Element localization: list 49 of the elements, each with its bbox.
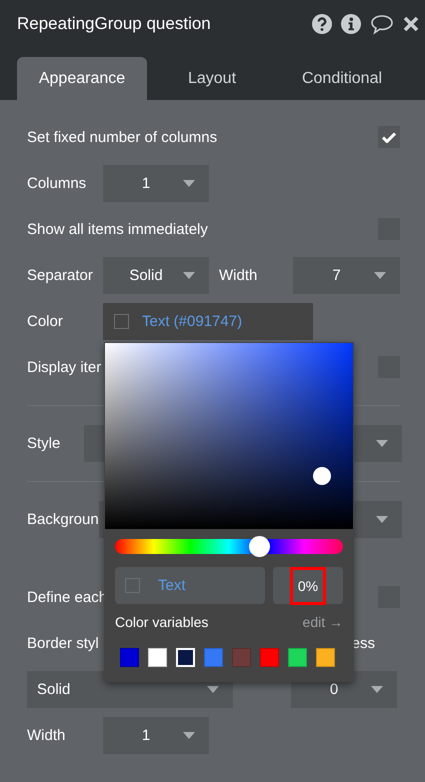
field-label: Separator xyxy=(27,266,94,284)
caret-icon xyxy=(207,686,219,692)
caret-icon xyxy=(371,686,383,692)
caret-icon xyxy=(376,516,388,523)
saturation-picker[interactable] xyxy=(105,343,353,529)
color-swatch[interactable] xyxy=(148,648,167,667)
caret-icon xyxy=(183,732,195,738)
checkbox[interactable] xyxy=(378,126,400,148)
dropdown[interactable]: Solid xyxy=(103,256,209,294)
caret-icon xyxy=(374,272,386,278)
color-swatch[interactable] xyxy=(232,648,251,667)
color-swatch[interactable] xyxy=(204,648,223,667)
dropdown[interactable]: 7 xyxy=(293,256,400,294)
field-label: Backgroun xyxy=(27,511,99,528)
field-label: Set fixed number of columns xyxy=(27,128,218,146)
color-swatch-icon xyxy=(114,314,129,328)
field-label: Color xyxy=(27,312,64,330)
dropdown[interactable]: 1 xyxy=(103,716,209,754)
caret-icon xyxy=(376,440,388,447)
opacity-field[interactable]: 0% xyxy=(290,566,326,604)
field-label: Columns xyxy=(27,174,88,192)
field-label: Width xyxy=(219,266,258,284)
tab[interactable]: Layout xyxy=(147,57,277,100)
hue-slider[interactable] xyxy=(115,539,343,554)
caret-icon xyxy=(183,272,195,278)
color-swatch[interactable] xyxy=(260,648,279,667)
color-swatch[interactable] xyxy=(316,648,335,667)
field-label: Display iter xyxy=(27,358,102,376)
picker-handle[interactable] xyxy=(313,467,331,485)
color-swatch-icon xyxy=(125,578,140,593)
dropdown[interactable]: 1 xyxy=(103,164,209,202)
field-label: Show all items immediately xyxy=(27,220,208,238)
field-label: Border styl xyxy=(27,634,99,652)
field-label: Width xyxy=(27,726,66,744)
edit-link[interactable]: edit → xyxy=(302,614,343,630)
slider-thumb[interactable] xyxy=(248,536,270,557)
color-swatch[interactable] xyxy=(120,648,139,667)
close-icon[interactable] xyxy=(403,16,419,32)
help-icon[interactable] xyxy=(312,14,332,34)
checkmark-icon xyxy=(382,132,396,142)
window-title: RepeatingGroup question xyxy=(17,14,212,34)
field-label: Style xyxy=(27,435,62,452)
section-title: Color variables xyxy=(115,614,208,630)
info-icon[interactable] xyxy=(341,14,361,34)
tab[interactable]: Appearance xyxy=(17,57,147,100)
tab[interactable]: Conditional xyxy=(277,57,407,100)
caret-icon xyxy=(183,180,195,186)
color-swatch[interactable] xyxy=(288,648,307,667)
comment-icon[interactable] xyxy=(370,14,394,34)
